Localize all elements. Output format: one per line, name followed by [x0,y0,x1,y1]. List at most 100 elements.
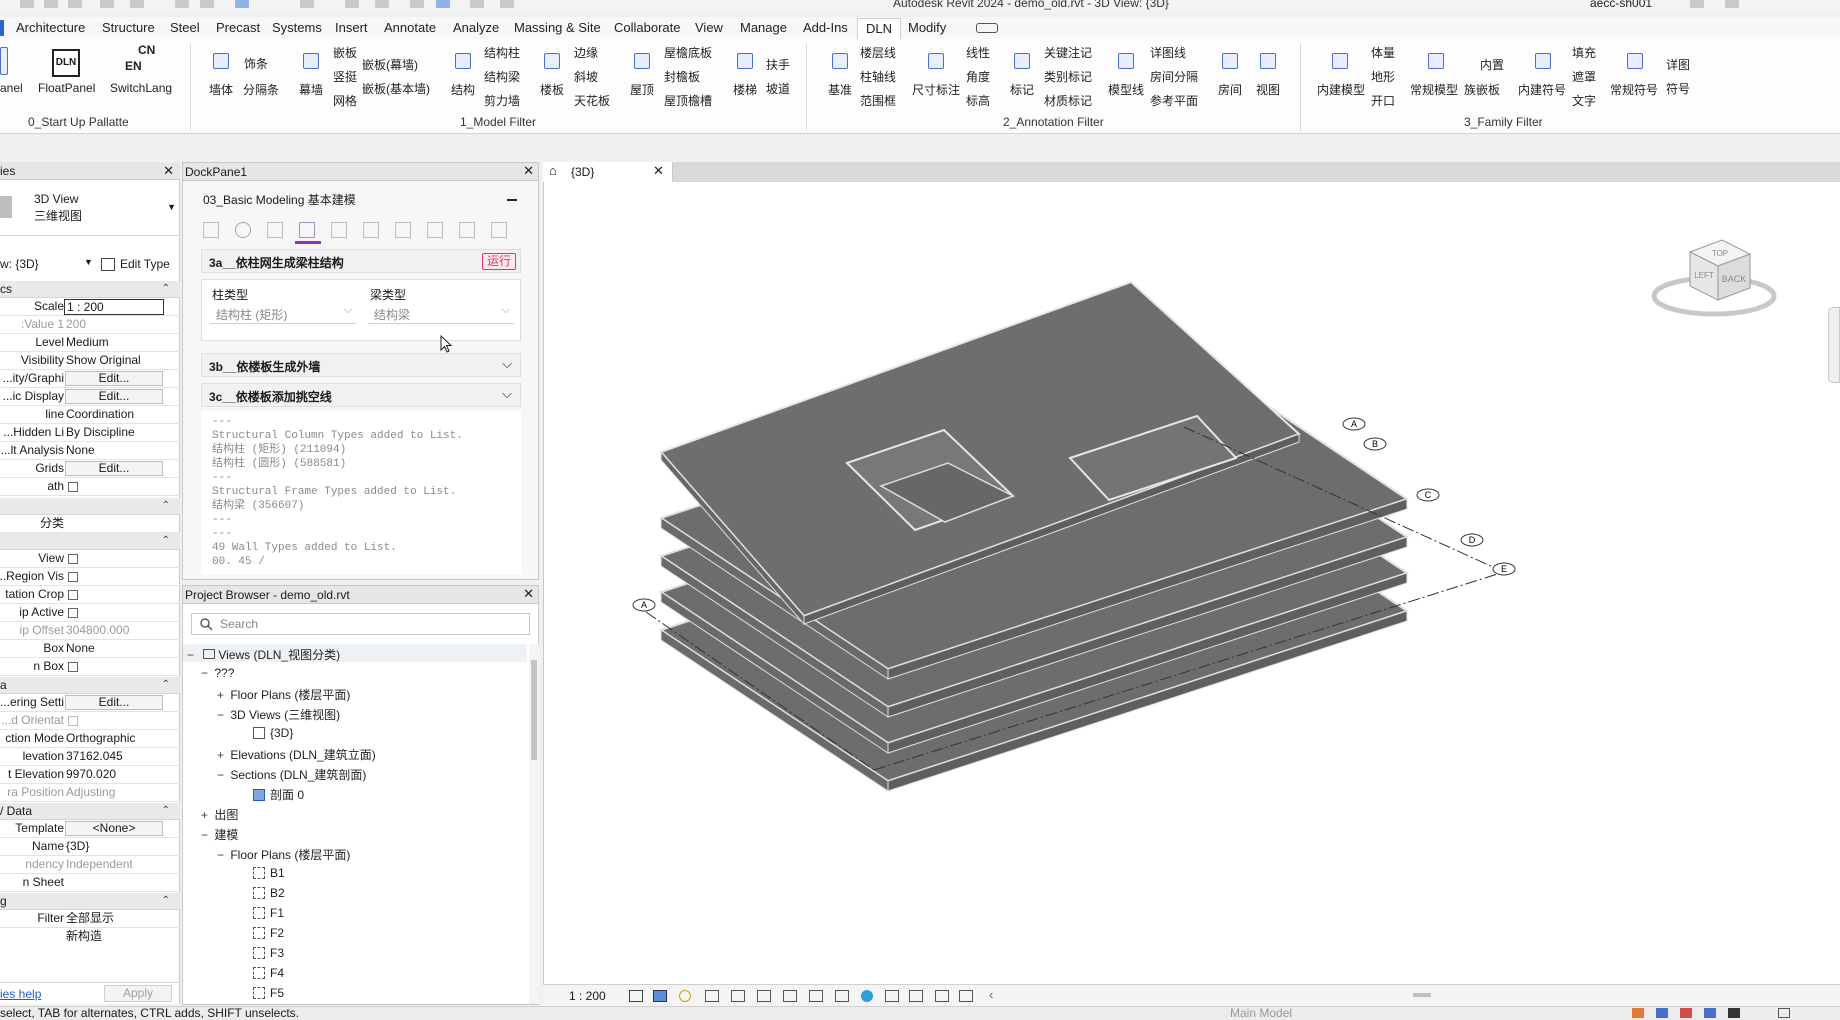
tab-structure[interactable]: Structure [102,20,155,35]
collapse-icon[interactable]: ⌃ [162,677,170,693]
edit-button[interactable]: Edit... [65,371,163,386]
tree-node-floor-plan[interactable]: F3 [253,946,284,960]
tool-icon[interactable] [363,222,379,238]
model-soffit[interactable]: 屋檐底板 [664,44,712,61]
viewcube-left-label[interactable]: LEFT [1694,271,1714,280]
annot-linear[interactable]: 线性 [966,44,990,61]
render-icon[interactable] [731,990,745,1002]
tree-node-floor-plan[interactable]: F2 [253,926,284,940]
close-icon[interactable]: ✕ [523,586,534,602]
section-icon[interactable] [410,0,424,8]
expand-icon[interactable]: + [201,808,211,822]
generic-model-icon[interactable] [1428,53,1444,69]
tool-icon[interactable] [203,222,219,238]
help-icon[interactable] [1725,0,1739,8]
scroll-left-icon[interactable]: ‹ [989,987,993,1002]
tab-analyze[interactable]: Analyze [453,20,499,35]
annot-level-line[interactable]: 楼层线 [860,44,896,61]
section-other[interactable]: g ⌃ [0,893,180,910]
file-tab-edge[interactable] [0,20,4,36]
show-crop-icon[interactable] [783,990,797,1002]
tool-icon[interactable] [267,222,283,238]
tree-node[interactable]: + Elevations (DLN_建筑立面) [217,746,376,763]
tree-node-floor-plan[interactable]: F5 [253,986,284,1000]
model-line-icon[interactable] [1118,53,1134,69]
select-pinned-icon[interactable] [1680,1008,1692,1018]
apply-button[interactable]: Apply [104,985,172,1002]
search-input[interactable]: Search [191,613,530,635]
annot-view[interactable]: 视图 [1256,81,1280,98]
scrollbar-track[interactable] [529,644,539,1004]
wall-icon[interactable] [213,53,229,69]
chevron-down-icon[interactable]: ⌵ [502,386,512,402]
curtain-wall-icon[interactable] [303,53,319,69]
switch-lang-button[interactable]: SwitchLang [110,81,172,95]
tool-icon[interactable] [395,222,411,238]
annot-room-separator[interactable]: 房间分隔 [1150,68,1198,85]
room-icon[interactable] [1222,53,1238,69]
tab-annotate[interactable]: Annotate [384,20,436,35]
constraints-icon[interactable] [959,990,973,1002]
checkbox[interactable] [68,590,78,600]
type-selector[interactable]: 3D View 三维视图 ▼ [0,182,180,236]
collapse-icon[interactable]: ⌃ [162,803,170,819]
prop-row[interactable]: Box None [0,640,180,658]
minimize-icon[interactable] [507,199,517,201]
floor-icon[interactable] [544,53,560,69]
prop-row[interactable]: lt Analysis... None [0,442,180,460]
roof-icon[interactable] [634,53,650,69]
chevron-down-icon[interactable]: ▼ [167,202,176,212]
family-generic-symbol[interactable]: 常规符号 [1610,81,1658,98]
family-built-in[interactable]: 内置 [1480,56,1504,73]
tool-icon[interactable] [427,222,443,238]
properties-help-link[interactable]: ies help [0,987,41,1001]
family-generic-model[interactable]: 常规模型 [1410,81,1458,98]
family-filled-region[interactable]: 填充 [1572,44,1596,61]
collapse-icon[interactable]: − [201,666,211,680]
lock-view-icon[interactable] [809,990,823,1002]
section-collapsed[interactable]: ⌃ [0,498,180,515]
prop-row[interactable]: Name {3D} [0,838,180,856]
view-selector[interactable]: w: {3D} [0,257,39,271]
model-panel-curtain[interactable]: 嵌板(幕墙) [362,56,418,73]
measure-icon[interactable] [200,0,214,8]
temp-hide-icon[interactable] [835,990,849,1002]
tab-dln[interactable]: DLN [857,18,902,40]
tab-add-ins[interactable]: Add-Ins [803,20,848,35]
annot-dimension[interactable]: 尺寸标注 [912,81,960,98]
beam-type-select[interactable]: 结构梁 ⌵ [368,304,514,324]
prop-value[interactable]: Orthographic [66,730,135,747]
open-icon[interactable] [20,0,34,8]
model-canvas[interactable]: A B C D E A TOP BACK LEFT [544,162,1840,1004]
tool-icon-active[interactable] [299,222,315,238]
model-curtain-wall[interactable]: 幕墙 [299,81,323,98]
family-family-panel[interactable]: 族嵌板 [1464,81,1500,98]
tree-node[interactable]: − ??? [201,666,234,680]
expand-icon[interactable]: + [217,688,227,702]
structure-icon[interactable] [455,53,471,69]
tab-precast[interactable]: Precast [216,20,260,35]
3d-view-icon[interactable] [375,0,389,8]
collapse-icon[interactable]: ⌃ [162,893,170,909]
tab-manage[interactable]: Manage [740,20,787,35]
annot-elevation[interactable]: 标高 [966,92,990,109]
tree-node[interactable]: − 3D Views (三维视图) [217,706,340,723]
panel-button-label[interactable]: anel [0,81,23,95]
tool-icon[interactable] [331,222,347,238]
annot-category-tag[interactable]: 类别标记 [1044,68,1092,85]
model-sweep[interactable]: 饰条 [244,55,268,72]
annot-material-tag[interactable]: 材质标记 [1044,92,1092,109]
redo-icon[interactable] [130,0,144,8]
visual-style-icon[interactable] [653,990,667,1002]
print-icon[interactable] [175,0,189,8]
close-icon[interactable]: ✕ [653,163,664,179]
annot-detail-line[interactable]: 详图线 [1150,44,1186,61]
tree-node-section[interactable]: 剖面 0 [253,786,304,803]
family-masking[interactable]: 遮罩 [1572,68,1596,85]
annot-scope-box[interactable]: 范围框 [860,92,896,109]
select-underlay-icon[interactable] [1656,1008,1668,1018]
collapse-icon[interactable]: ⌃ [162,281,170,297]
worksharing-icon[interactable] [885,990,899,1002]
model-slope[interactable]: 斜坡 [574,68,598,85]
scale-input[interactable]: 1 : 200 [64,299,164,315]
